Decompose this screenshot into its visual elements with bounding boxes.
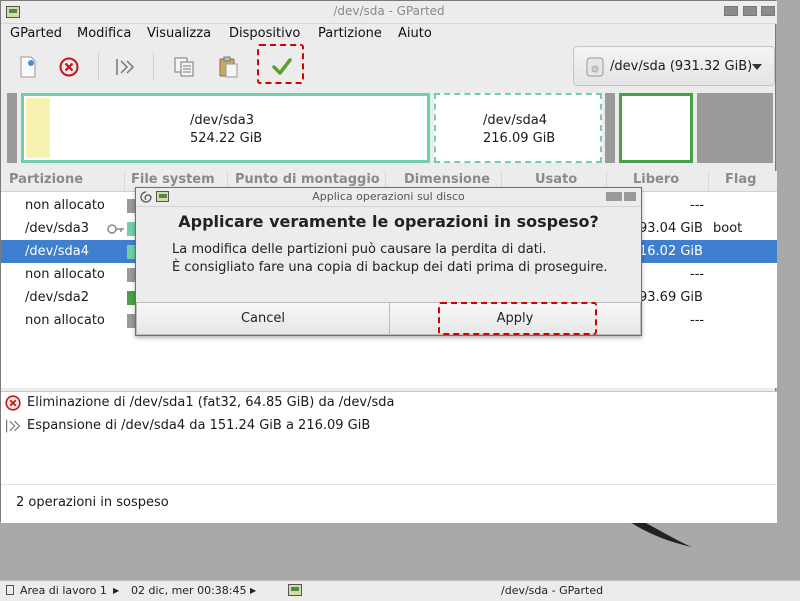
caret-right-icon: ▶ <box>250 586 257 595</box>
key-icon <box>107 224 124 234</box>
new-partition-icon <box>20 56 36 78</box>
partition-name-sda3: /dev/sda3 <box>190 113 254 128</box>
toolbar-separator <box>98 53 99 81</box>
column-mount-point[interactable]: Punto di montaggio <box>235 172 380 187</box>
column-separator <box>124 171 125 191</box>
unallocated-block[interactable] <box>7 93 17 163</box>
unallocated-block[interactable] <box>697 93 773 163</box>
partition-size-sda3: 524.22 GiB <box>190 131 263 146</box>
free-cell: --- <box>690 198 705 213</box>
pending-operations-list: Eliminazione di /dev/sda1 (fat32, 64.85 … <box>1 391 777 484</box>
operation-text: Espansione di /dev/sda4 da 151.24 GiB a … <box>27 418 371 433</box>
column-size[interactable]: Dimensione <box>404 172 490 187</box>
menu-aiuto[interactable]: Aiuto <box>398 26 432 41</box>
window-title: /dev/sda - GParted <box>333 4 445 18</box>
partition-block-sda2[interactable] <box>619 93 693 163</box>
caret-right-icon: ▶ <box>113 586 120 595</box>
paste-button[interactable] <box>214 53 242 81</box>
column-separator <box>708 171 709 191</box>
paste-icon <box>219 56 238 78</box>
copy-icon <box>174 57 194 77</box>
menu-gparted[interactable]: GParted <box>10 26 62 41</box>
maximize-button[interactable] <box>743 6 757 16</box>
operation-text: Eliminazione di /dev/sda1 (fat32, 64.85 … <box>27 395 395 410</box>
partition-cell: non allocato <box>25 313 105 328</box>
workspace-icon <box>6 585 14 595</box>
dialog-apply-highlight <box>438 302 597 335</box>
minimize-button[interactable] <box>724 6 738 16</box>
free-cell: 16.02 GiB <box>639 244 703 259</box>
unallocated-block[interactable] <box>605 93 615 163</box>
list-item[interactable]: Espansione di /dev/sda4 da 151.24 GiB a … <box>1 415 777 437</box>
delete-partition-button[interactable] <box>55 53 83 81</box>
menubar: GParted Modifica Visualizza Dispositivo … <box>1 23 777 45</box>
close-button[interactable] <box>624 192 636 201</box>
apply-button-highlight <box>257 44 304 84</box>
free-cell: 93.04 GiB <box>639 221 703 236</box>
partition-cell: /dev/sda2 <box>25 290 89 305</box>
resize-move-icon <box>116 59 135 75</box>
device-label: /dev/sda (931.32 GiB) <box>610 59 753 74</box>
partition-block-sda3[interactable]: /dev/sda3 524.22 GiB <box>21 93 430 163</box>
partition-block-sda4[interactable]: /dev/sda4 216.09 GiB <box>434 93 602 163</box>
delete-icon <box>5 395 21 411</box>
dialog-message-line1: La modifica delle partizioni può causare… <box>172 242 547 257</box>
column-free[interactable]: Libero <box>633 172 679 187</box>
chevron-down-icon <box>752 64 762 70</box>
taskbar-task[interactable]: /dev/sda - GParted <box>501 584 603 597</box>
disk-map: /dev/sda3 524.22 GiB /dev/sda4 216.09 Gi… <box>1 91 777 167</box>
partition-cell: non allocato <box>25 267 105 282</box>
status-bar: 2 operazioni in sospeso <box>1 484 777 523</box>
dialog-titlebar[interactable]: Applica operazioni sul disco <box>136 188 641 207</box>
menu-dispositivo[interactable]: Dispositivo <box>229 26 300 41</box>
list-item[interactable]: Eliminazione di /dev/sda1 (fat32, 64.85 … <box>1 392 777 414</box>
gparted-app-icon <box>288 584 302 596</box>
taskbar: Area di lavoro 1 ▶ 02 dic, mer 00:38:45 … <box>0 580 800 601</box>
partition-name-sda4: /dev/sda4 <box>483 113 547 128</box>
free-cell: --- <box>690 313 705 328</box>
dialog-heading: Applicare veramente le operazioni in sos… <box>178 212 599 231</box>
free-cell: --- <box>690 267 705 282</box>
column-partizione[interactable]: Partizione <box>9 172 83 187</box>
used-space-bar <box>26 98 50 158</box>
device-selector[interactable]: /dev/sda (931.32 GiB) <box>573 46 775 86</box>
partition-size-sda4: 216.09 GiB <box>483 131 556 146</box>
new-partition-button[interactable] <box>14 53 42 81</box>
free-cell: 93.69 GiB <box>639 290 703 305</box>
partition-cell: non allocato <box>25 198 105 213</box>
column-used[interactable]: Usato <box>535 172 577 187</box>
toolbar-separator <box>153 53 154 81</box>
delete-icon <box>59 57 79 77</box>
flag-cell: boot <box>713 221 743 236</box>
cancel-button[interactable]: Cancel <box>136 302 390 335</box>
partition-cell: /dev/sda4 <box>25 244 89 259</box>
clock[interactable]: 02 dic, mer 00:38:45 <box>131 584 246 597</box>
copy-button[interactable] <box>170 53 198 81</box>
disk-drive-icon <box>586 57 604 77</box>
column-file-system[interactable]: File system <box>131 172 215 187</box>
menu-visualizza[interactable]: Visualizza <box>147 26 211 41</box>
resize-move-button[interactable] <box>111 53 139 81</box>
dialog-title: Applica operazioni sul disco <box>312 190 465 203</box>
close-button[interactable] <box>761 6 775 16</box>
pending-count-text: 2 operazioni in sospeso <box>16 495 169 510</box>
desktop-background <box>630 520 692 547</box>
workspace-switcher[interactable]: Area di lavoro 1 <box>20 584 107 597</box>
menu-modifica[interactable]: Modifica <box>77 26 131 41</box>
partition-cell: /dev/sda3 <box>25 221 89 236</box>
dialog-message-line2: È consigliato fare una copia di backup d… <box>172 260 608 275</box>
window-titlebar[interactable]: /dev/sda - GParted <box>1 1 777 24</box>
column-flag[interactable]: Flag <box>725 172 756 187</box>
menu-partizione[interactable]: Partizione <box>318 26 382 41</box>
resize-move-icon <box>6 419 21 433</box>
minimize-button[interactable] <box>606 192 622 201</box>
